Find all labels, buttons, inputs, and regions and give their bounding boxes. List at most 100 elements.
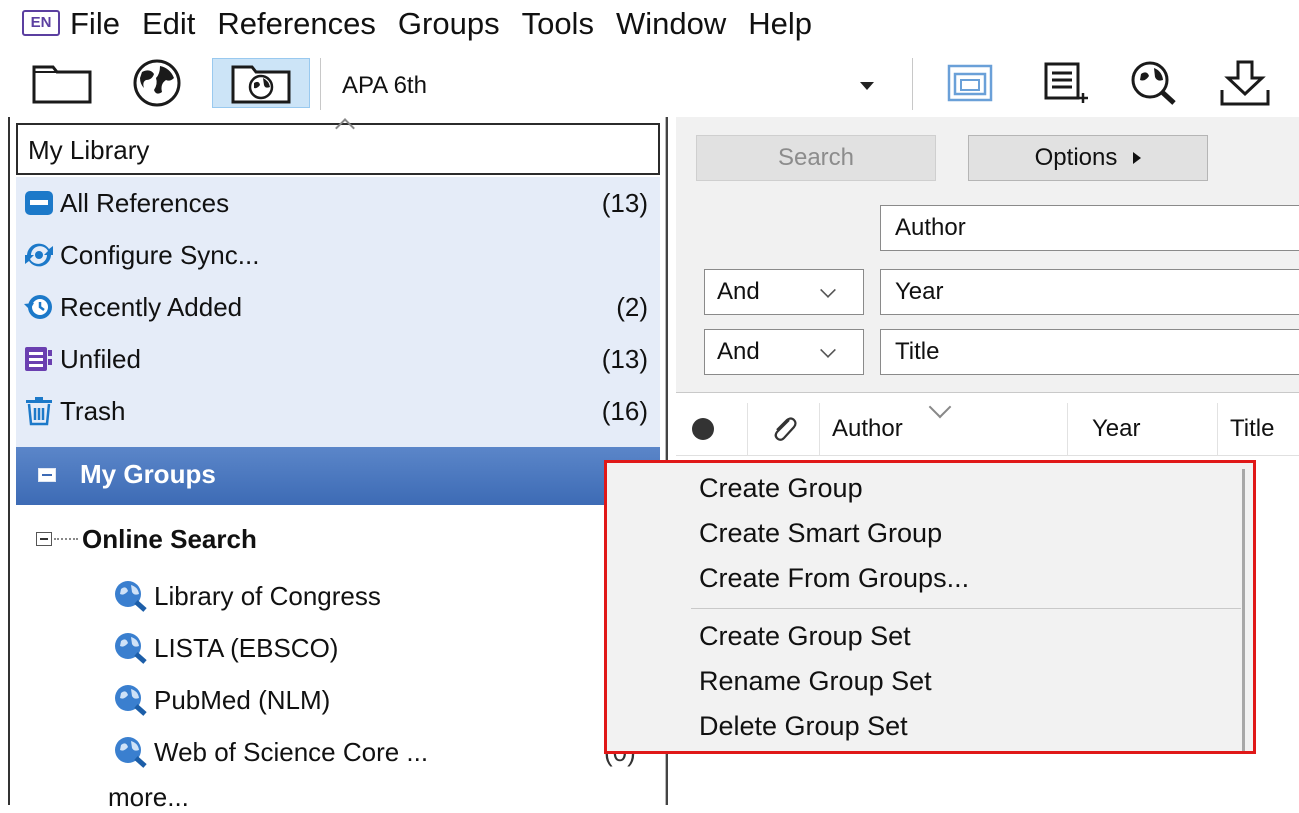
- online-search-mode-button[interactable]: [122, 58, 192, 108]
- group-label: Recently Added: [60, 291, 243, 322]
- group-count: (13): [601, 187, 648, 218]
- my-groups-header[interactable]: My Groups: [16, 447, 660, 505]
- folder-icon: [32, 65, 92, 104]
- menu-window[interactable]: Window: [616, 4, 726, 44]
- column-read-status[interactable]: [676, 403, 748, 455]
- copy-library-icon: [947, 64, 993, 102]
- search-field-title[interactable]: Title: [880, 329, 1299, 375]
- recent-icon: [22, 290, 56, 324]
- search-field-year[interactable]: Year: [880, 269, 1299, 315]
- menu-references[interactable]: References: [217, 4, 376, 44]
- sync-icon: [22, 238, 56, 272]
- menu-item-create-group-set[interactable]: Create Group Set: [699, 621, 911, 652]
- collapse-box-icon[interactable]: [36, 532, 52, 546]
- online-item-library-of-congress[interactable]: Library of Congress: [112, 570, 652, 622]
- group-unfiled[interactable]: Unfiled (13): [22, 333, 658, 385]
- group-label: Configure Sync...: [60, 239, 260, 270]
- menu-item-rename-group-set[interactable]: Rename Group Set: [699, 666, 932, 697]
- column-author[interactable]: Author: [820, 395, 1068, 455]
- menu-item-delete-group-set[interactable]: Delete Group Set: [699, 711, 908, 742]
- online-item-label: LISTA (EBSCO): [154, 632, 339, 663]
- group-context-menu: Create Group Create Smart Group Create F…: [604, 460, 1256, 754]
- group-count: (16): [601, 395, 648, 426]
- online-search-globe-icon: [112, 629, 150, 667]
- bool-operator-value: And: [717, 338, 760, 365]
- menu-item-create-from-groups[interactable]: Create From Groups...: [699, 563, 969, 594]
- search-button-label: Search: [777, 144, 855, 171]
- group-count: (2): [616, 291, 648, 322]
- more-link[interactable]: more...: [108, 782, 189, 813]
- search-field-author[interactable]: Author: [880, 205, 1299, 251]
- online-item-label: Library of Congress: [154, 580, 381, 611]
- search-field-label: Year: [895, 278, 944, 305]
- my-groups-label: My Groups: [80, 459, 216, 489]
- group-label: Trash: [60, 395, 126, 426]
- search-pane: Search Options Author And Year And Title: [676, 117, 1299, 393]
- menu-edit[interactable]: Edit: [142, 4, 195, 44]
- column-label: Author: [832, 415, 903, 442]
- chevron-down-icon: [860, 82, 874, 90]
- all-references-icon: [22, 186, 56, 220]
- copy-to-library-button[interactable]: [930, 58, 1010, 108]
- group-all-references[interactable]: All References (13): [22, 177, 658, 229]
- group-recently-added[interactable]: Recently Added (2): [22, 281, 658, 333]
- group-configure-sync[interactable]: Configure Sync...: [22, 229, 658, 281]
- menu-file[interactable]: File: [70, 4, 120, 44]
- online-library-icon: [231, 65, 291, 104]
- panel-edge: [8, 117, 10, 805]
- reference-list-header: Author Year Title: [676, 395, 1299, 456]
- online-item-lista[interactable]: LISTA (EBSCO): [112, 622, 652, 674]
- output-style-name[interactable]: APA 6th: [342, 72, 427, 100]
- local-library-mode-button[interactable]: [22, 58, 102, 108]
- toolbar-separator: [320, 58, 321, 110]
- group-count: (13): [601, 343, 648, 374]
- online-item-label: Web of Science Core ...: [154, 736, 429, 767]
- search-field-label: Title: [895, 338, 940, 365]
- menu-tools[interactable]: Tools: [522, 4, 594, 44]
- menu-item-create-group[interactable]: Create Group: [699, 473, 863, 504]
- search-button[interactable]: Search: [696, 135, 936, 181]
- tree-connector: [54, 538, 78, 540]
- sort-descending-icon: [928, 395, 952, 419]
- read-status-icon: [692, 418, 714, 440]
- online-search-label: Online Search: [82, 524, 257, 554]
- chevron-down-icon: [820, 282, 836, 298]
- globe-icon: [133, 59, 181, 107]
- online-item-web-of-science[interactable]: Web of Science Core ... (0): [112, 726, 652, 778]
- chevron-down-icon: [820, 342, 836, 358]
- new-reference-icon: [1044, 62, 1088, 103]
- column-year[interactable]: Year: [1068, 403, 1218, 455]
- online-search-header[interactable]: Online Search: [36, 512, 636, 570]
- import-button[interactable]: [1210, 58, 1280, 108]
- bool-operator-select[interactable]: And: [704, 269, 864, 315]
- online-search-icon: [1131, 61, 1176, 105]
- online-item-pubmed[interactable]: PubMed (NLM): [112, 674, 652, 726]
- trash-icon: [22, 394, 56, 428]
- online-item-label: PubMed (NLM): [154, 684, 331, 715]
- column-attachment[interactable]: [748, 403, 820, 455]
- collapse-caret-icon[interactable]: [335, 118, 355, 138]
- options-button-label: Options: [1034, 144, 1118, 171]
- online-search-globe-icon: [112, 577, 150, 615]
- menu-bar: EN File Edit References Groups Tools Win…: [0, 0, 1299, 50]
- unfiled-icon: [22, 342, 56, 376]
- group-trash[interactable]: Trash (16): [22, 385, 658, 437]
- bool-operator-value: And: [717, 278, 760, 305]
- collapse-box-icon[interactable]: [38, 468, 56, 482]
- paperclip-icon: [774, 417, 797, 441]
- menu-help[interactable]: Help: [748, 4, 812, 44]
- new-reference-button[interactable]: [1030, 58, 1100, 108]
- output-style-dropdown[interactable]: [832, 62, 902, 106]
- group-label: All References: [60, 187, 230, 218]
- menu-item-create-smart-group[interactable]: Create Smart Group: [699, 518, 942, 549]
- options-button[interactable]: Options: [968, 135, 1208, 181]
- integrated-library-mode-button[interactable]: [212, 58, 310, 108]
- toolbar: APA 6th: [0, 50, 1299, 118]
- menu-groups[interactable]: Groups: [398, 4, 500, 44]
- online-search-button[interactable]: [1120, 58, 1190, 108]
- my-library-header[interactable]: My Library: [16, 118, 660, 175]
- bool-operator-select[interactable]: And: [704, 329, 864, 375]
- column-title[interactable]: Title: [1218, 403, 1299, 455]
- menu-edge-shadow: [1242, 469, 1245, 751]
- column-label: Title: [1230, 415, 1275, 442]
